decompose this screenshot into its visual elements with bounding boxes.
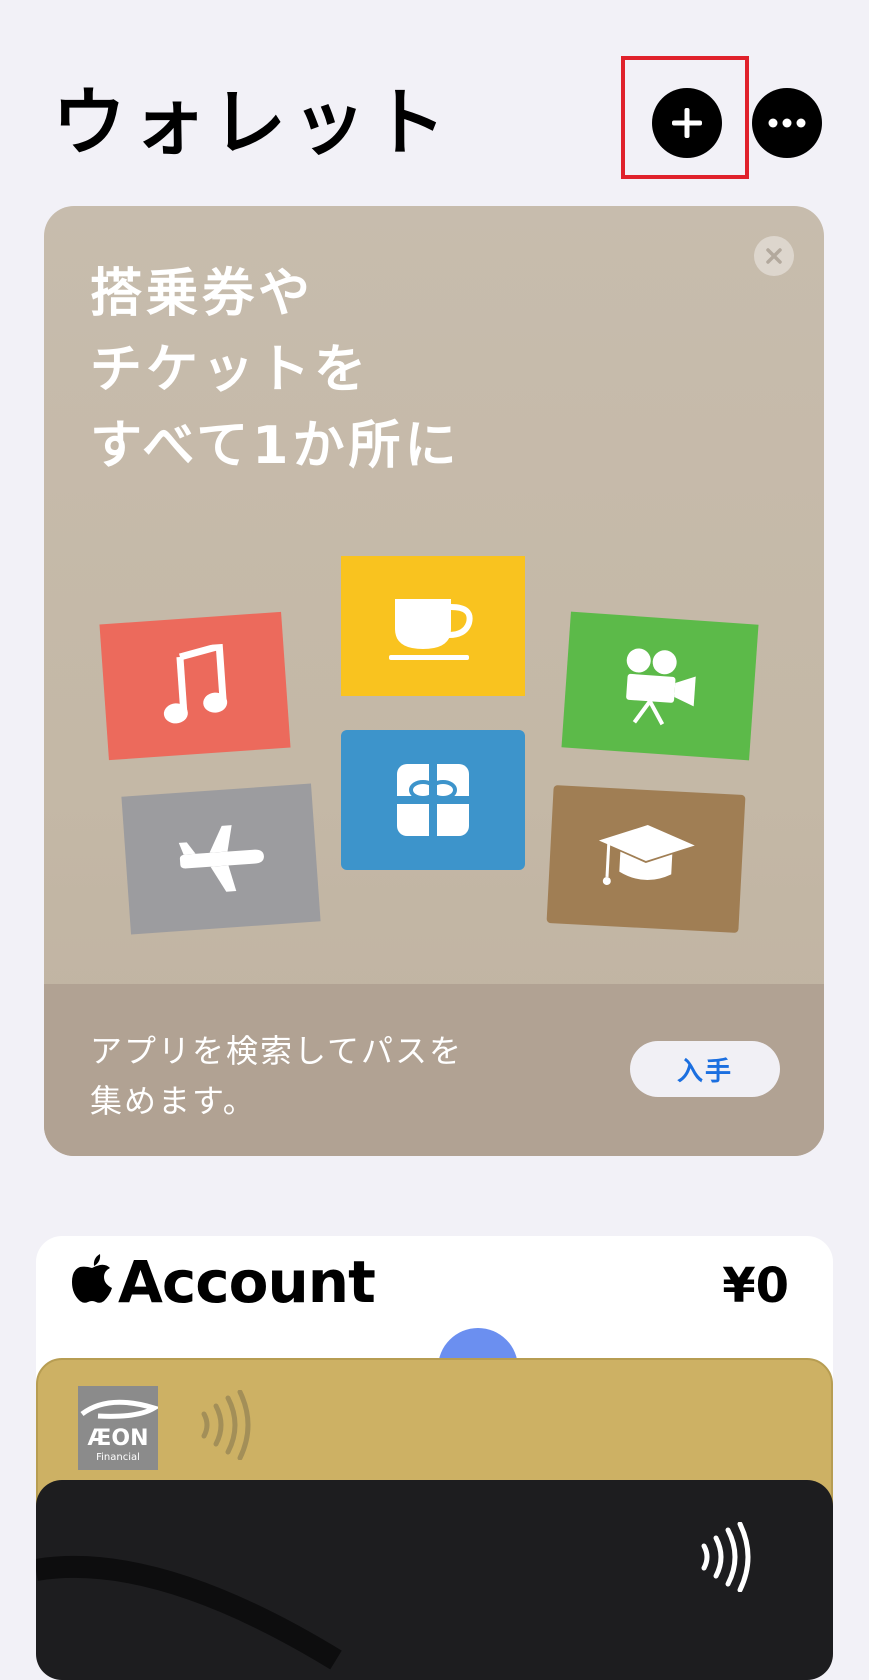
movie-camera-icon bbox=[626, 648, 696, 726]
gift-card bbox=[341, 730, 525, 870]
coffee-cup-icon bbox=[389, 599, 473, 660]
student-card bbox=[546, 785, 746, 933]
promo-headline-line: すべて1か所に bbox=[90, 416, 461, 476]
airplane-icon bbox=[178, 825, 264, 892]
graduation-cap-icon bbox=[598, 825, 695, 885]
contactless-icon bbox=[701, 1522, 751, 1592]
aeon-logo: ÆON Financial bbox=[78, 1386, 158, 1470]
coffee-ticket bbox=[341, 556, 525, 696]
promo-close-button[interactable] bbox=[754, 236, 794, 276]
promo-description-line: 集めます。 bbox=[90, 1082, 257, 1120]
aeon-swoosh-icon bbox=[80, 1399, 158, 1419]
ellipsis-icon bbox=[768, 118, 806, 128]
gift-icon bbox=[397, 764, 469, 836]
page-title: ウォレット bbox=[52, 80, 452, 166]
account-balance: ¥0 bbox=[722, 1258, 789, 1314]
more-button[interactable] bbox=[752, 88, 822, 158]
promo-description-line: アプリを検索してパスを bbox=[90, 1032, 464, 1070]
movie-ticket bbox=[561, 611, 759, 761]
promo-headline-line: 搭乗券や bbox=[90, 264, 315, 324]
promo-description: アプリを検索してパスを 集めます。 bbox=[90, 1026, 550, 1126]
promo-footer: アプリを検索してパスを 集めます。 入手 bbox=[44, 984, 824, 1156]
flight-ticket bbox=[121, 783, 321, 935]
music-note-icon bbox=[163, 643, 228, 724]
apple-logo-icon bbox=[72, 1254, 112, 1303]
promo-headline-line: チケットを bbox=[90, 340, 371, 400]
aeon-logo-subtext: Financial bbox=[96, 1452, 140, 1463]
music-ticket bbox=[99, 611, 291, 761]
contactless-icon bbox=[201, 1390, 251, 1460]
black-card[interactable] bbox=[36, 1480, 833, 1680]
close-icon bbox=[766, 248, 782, 264]
card-wave-art bbox=[36, 1555, 342, 1670]
promo-card: 搭乗券や チケットを すべて1か所に アプリを検索してパスを 集めます。 入手 bbox=[44, 206, 824, 1156]
account-label: Account bbox=[118, 1248, 376, 1316]
aeon-logo-text: ÆON bbox=[87, 1426, 149, 1451]
get-button[interactable]: 入手 bbox=[630, 1041, 780, 1097]
highlight-frame bbox=[621, 56, 749, 179]
promo-headline: 搭乗券や チケットを すべて1か所に bbox=[90, 256, 650, 484]
